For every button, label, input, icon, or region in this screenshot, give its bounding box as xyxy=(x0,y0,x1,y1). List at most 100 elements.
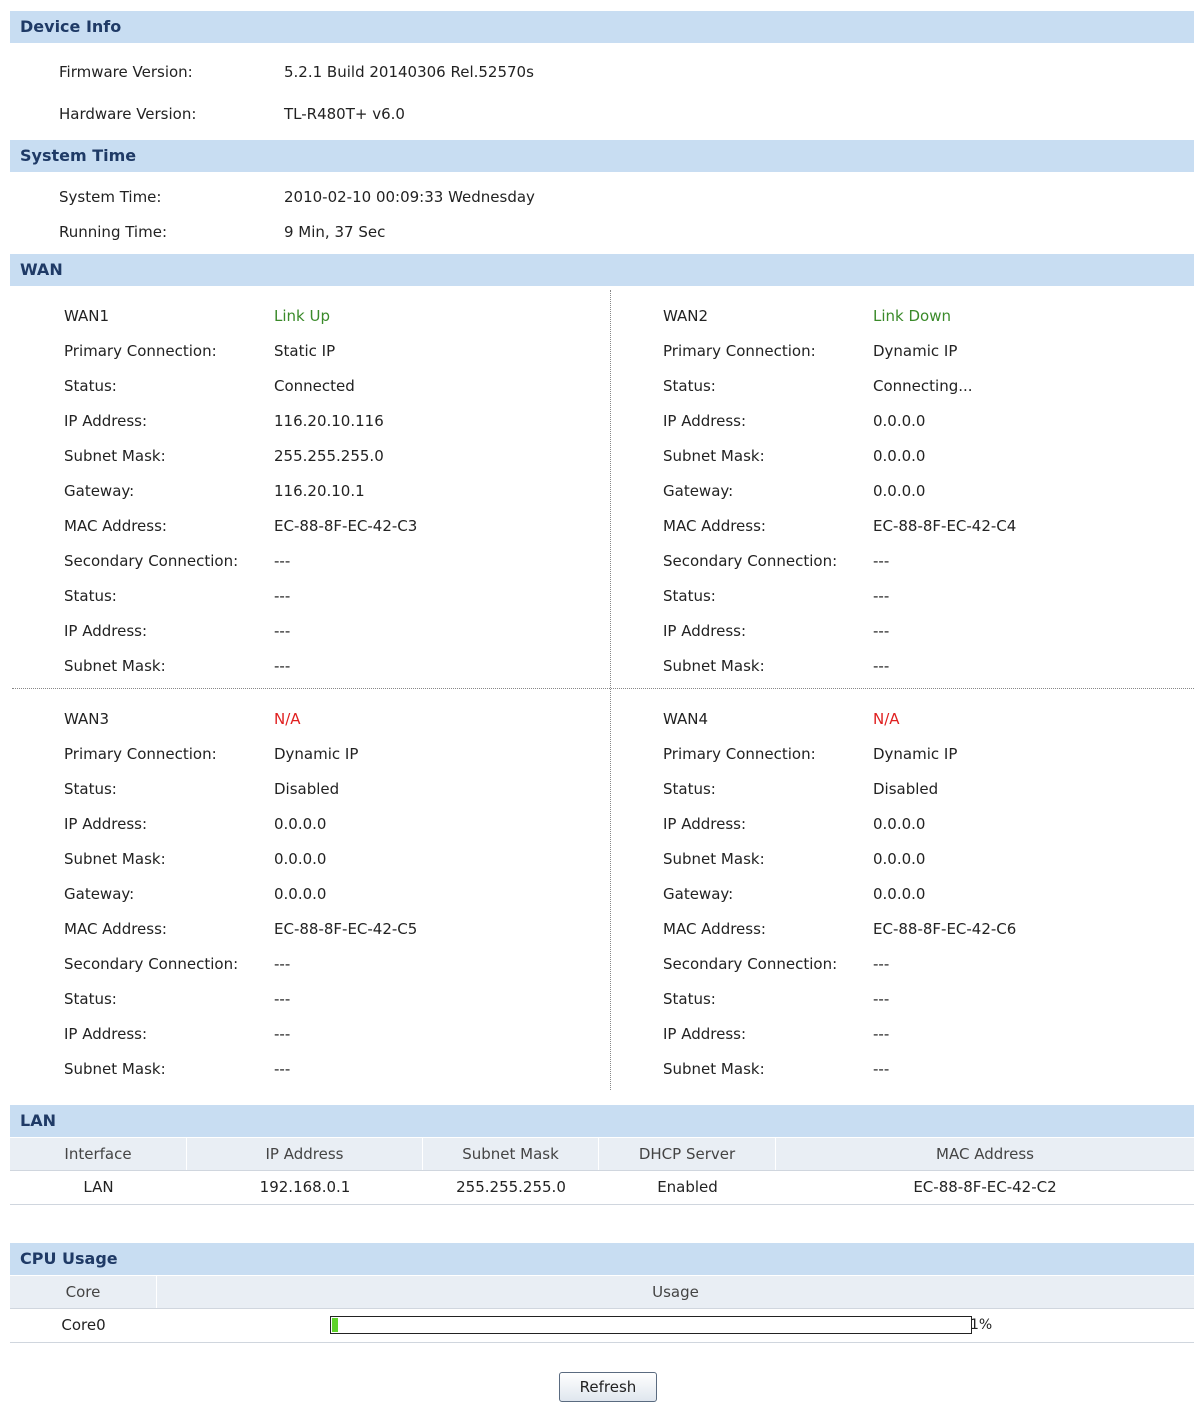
table-row: LAN 192.168.0.1 255.255.255.0 Enabled EC… xyxy=(10,1171,1194,1205)
wan-ip-label: IP Address: xyxy=(64,815,148,833)
wan-sec-mask-label: Subnet Mask: xyxy=(64,1060,166,1078)
wan-secondary-label: Secondary Connection: xyxy=(64,955,239,973)
wan-ip-label: IP Address: xyxy=(64,412,148,430)
lan-mac-cell: EC-88-8F-EC-42-C2 xyxy=(913,1178,1057,1196)
wan-primary-label: Primary Connection: xyxy=(64,745,217,763)
lan-dhcp-cell: Enabled xyxy=(657,1178,718,1196)
wan-sec-ip-value: --- xyxy=(274,1025,291,1043)
wan-mac-label: MAC Address: xyxy=(663,920,766,938)
wan-sec-status-label: Status: xyxy=(663,990,716,1008)
wan-link-status: Link Up xyxy=(274,307,330,325)
wan-sec-status-value: --- xyxy=(274,990,291,1008)
lan-col-mask: Subnet Mask xyxy=(423,1138,599,1170)
wan-gateway-label: Gateway: xyxy=(663,885,734,903)
wan-primary-label: Primary Connection: xyxy=(663,342,816,360)
table-row: Core0 1% xyxy=(10,1309,1194,1343)
wan-sec-ip-label: IP Address: xyxy=(64,622,148,640)
wan-status-value: Disabled xyxy=(274,780,340,798)
wan-status-label: Status: xyxy=(663,780,716,798)
wan-header: WAN xyxy=(10,254,1194,286)
firmware-version-value: 5.2.1 Build 20140306 Rel.52570s xyxy=(284,63,534,81)
wan-sec-status-value: --- xyxy=(873,990,890,1008)
wan-mask-value: 255.255.255.0 xyxy=(274,447,384,465)
wan-port-name: WAN3 xyxy=(64,710,110,728)
lan-col-mac: MAC Address xyxy=(936,1145,1034,1163)
hardware-version-label: Hardware Version: xyxy=(59,105,197,123)
wan-ip-value: 0.0.0.0 xyxy=(873,815,926,833)
wan-link-status: N/A xyxy=(873,710,900,728)
cpu-usage-header: CPU Usage xyxy=(10,1243,1194,1275)
wan-status-value: Connecting... xyxy=(873,377,973,395)
wan-primary-value: Dynamic IP xyxy=(873,745,958,763)
wan-sec-ip-value: --- xyxy=(873,1025,890,1043)
cpu-core-cell: Core0 xyxy=(61,1316,106,1334)
wan-primary-value: Static IP xyxy=(274,342,336,360)
wan-mac-label: MAC Address: xyxy=(663,517,766,535)
wan-mask-label: Subnet Mask: xyxy=(64,850,166,868)
wan-port-name: WAN4 xyxy=(663,710,709,728)
refresh-button[interactable]: Refresh xyxy=(559,1372,657,1402)
lan-table-header: Interface IP Address Subnet Mask DHCP Se… xyxy=(10,1138,1194,1171)
wan-sec-ip-label: IP Address: xyxy=(64,1025,148,1043)
cpu-usage-bar-fill xyxy=(332,1318,338,1332)
wan-gateway-label: Gateway: xyxy=(663,482,734,500)
device-info-header: Device Info xyxy=(10,11,1194,43)
wan-secondary-value: --- xyxy=(873,552,890,570)
wan-sec-ip-label: IP Address: xyxy=(663,622,747,640)
wan-link-status: Link Down xyxy=(873,307,951,325)
wan-gateway-value: 0.0.0.0 xyxy=(274,885,327,903)
wan-secondary-value: --- xyxy=(274,552,291,570)
wan-mask-value: 0.0.0.0 xyxy=(873,850,926,868)
wan-mac-value: EC-88-8F-EC-42-C3 xyxy=(274,517,418,535)
wan-secondary-label: Secondary Connection: xyxy=(663,955,838,973)
wan-mask-label: Subnet Mask: xyxy=(64,447,166,465)
wan-sec-mask-value: --- xyxy=(274,657,291,675)
running-time-value: 9 Min, 37 Sec xyxy=(284,223,386,241)
wan-port-name: WAN2 xyxy=(663,307,709,325)
system-time-value: 2010-02-10 00:09:33 Wednesday xyxy=(284,188,535,206)
lan-interface-cell: LAN xyxy=(83,1178,114,1196)
wan-mask-value: 0.0.0.0 xyxy=(274,850,327,868)
cpu-usage-bar xyxy=(330,1316,972,1334)
wan-secondary-label: Secondary Connection: xyxy=(663,552,838,570)
wan-status-label: Status: xyxy=(64,780,117,798)
lan-col-interface: Interface xyxy=(10,1138,187,1170)
wan-status-value: Disabled xyxy=(873,780,939,798)
wan-primary-label: Primary Connection: xyxy=(663,745,816,763)
wan-mac-value: EC-88-8F-EC-42-C4 xyxy=(873,517,1017,535)
wan-ip-label: IP Address: xyxy=(663,815,747,833)
wan-gateway-value: 0.0.0.0 xyxy=(873,885,926,903)
wan-sec-status-value: --- xyxy=(274,587,291,605)
wan-gateway-value: 116.20.10.1 xyxy=(274,482,365,500)
wan-status-value: Connected xyxy=(274,377,355,395)
wan-sec-mask-label: Subnet Mask: xyxy=(64,657,166,675)
lan-mask-cell: 255.255.255.0 xyxy=(456,1178,566,1196)
wan-gateway-label: Gateway: xyxy=(64,482,135,500)
wan-gateway-label: Gateway: xyxy=(64,885,135,903)
wan-mac-value: EC-88-8F-EC-42-C5 xyxy=(274,920,418,938)
wan-mask-label: Subnet Mask: xyxy=(663,850,765,868)
wan-status-label: Status: xyxy=(64,377,117,395)
cpu-table-header: Core Usage xyxy=(10,1276,1194,1309)
wan-sec-ip-value: --- xyxy=(873,622,890,640)
wan-link-status: N/A xyxy=(274,710,301,728)
wan-ip-value: 0.0.0.0 xyxy=(274,815,327,833)
system-time-header: System Time xyxy=(10,140,1194,172)
wan-status-label: Status: xyxy=(663,377,716,395)
wan-secondary-value: --- xyxy=(873,955,890,973)
wan-sec-mask-value: --- xyxy=(274,1060,291,1078)
wan-vertical-divider xyxy=(610,290,611,1090)
wan-primary-value: Dynamic IP xyxy=(274,745,359,763)
wan-primary-label: Primary Connection: xyxy=(64,342,217,360)
wan-sec-ip-label: IP Address: xyxy=(663,1025,747,1043)
wan-ip-value: 0.0.0.0 xyxy=(873,412,926,430)
wan-mac-value: EC-88-8F-EC-42-C6 xyxy=(873,920,1017,938)
lan-ip-cell: 192.168.0.1 xyxy=(259,1178,351,1196)
wan-horizontal-divider xyxy=(12,688,1194,689)
wan-mac-label: MAC Address: xyxy=(64,517,167,535)
wan-sec-mask-value: --- xyxy=(873,657,890,675)
wan-mask-label: Subnet Mask: xyxy=(663,447,765,465)
cpu-usage-percent: 1% xyxy=(970,1317,993,1333)
wan-ip-label: IP Address: xyxy=(663,412,747,430)
wan-sec-ip-value: --- xyxy=(274,622,291,640)
